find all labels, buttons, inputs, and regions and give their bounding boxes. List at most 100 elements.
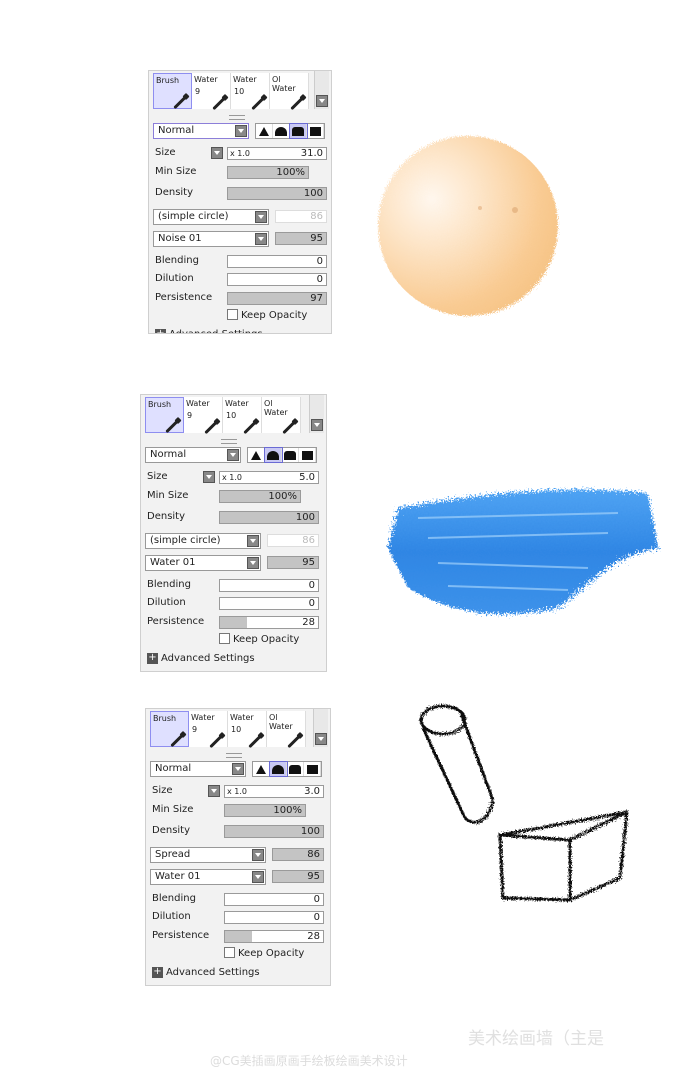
texture-value[interactable]: 95	[272, 870, 324, 883]
brush-shape-select[interactable]: Spread	[150, 846, 266, 863]
flat-shape-icon[interactable]	[289, 123, 308, 139]
dilution-slider[interactable]: 0	[224, 911, 324, 924]
keep-opacity-label: Keep Opacity	[241, 310, 308, 321]
brush-shape-selector	[255, 123, 325, 139]
persistence-slider[interactable]: 97	[227, 291, 327, 305]
tool-number: 9	[187, 411, 193, 420]
advanced-settings-label[interactable]: Advanced Settings	[161, 653, 255, 664]
size-field[interactable]: x 1.0 31.0	[227, 147, 327, 160]
dilution-value: 0	[316, 274, 323, 285]
blend-mode-dropdown-icon[interactable]	[235, 125, 247, 137]
panel-resize-grip-icon[interactable]	[229, 115, 245, 120]
advanced-settings-label[interactable]: Advanced Settings	[166, 967, 260, 978]
sharp-shape-icon-glyph	[251, 451, 261, 460]
brush-shape-select[interactable]: (simple circle)	[153, 208, 269, 225]
texture-value[interactable]: 95	[275, 232, 327, 245]
size-field[interactable]: x 1.0 5.0	[219, 471, 319, 484]
density-slider[interactable]: 100	[219, 511, 319, 524]
keep-opacity-checkbox[interactable]	[227, 309, 238, 320]
min-size-slider[interactable]: 100%	[227, 165, 309, 179]
size-multiplier: x 1.0	[230, 149, 250, 158]
size-dropdown-icon[interactable]	[211, 147, 223, 159]
persistence-slider[interactable]: 28	[224, 929, 324, 943]
tool-water-10[interactable]: Water 10	[231, 73, 270, 111]
round-shape-icon[interactable]	[264, 447, 283, 463]
texture-dropdown-icon[interactable]	[247, 557, 259, 569]
tool-water-9[interactable]: Water 9	[189, 711, 228, 749]
blending-label: Blending	[152, 892, 196, 904]
tool-menu-dropdown-icon[interactable]	[311, 419, 323, 431]
square-shape-icon-glyph	[310, 127, 321, 136]
tool-ol-water[interactable]: Ol Water	[270, 73, 309, 111]
density-value: 100	[300, 826, 320, 837]
expand-plus-icon[interactable]: +	[152, 966, 163, 978]
texture-select[interactable]: Water 01	[145, 555, 261, 571]
size-dropdown-icon[interactable]	[208, 785, 220, 797]
tool-menu-dropdown-icon[interactable]	[316, 95, 328, 107]
brush-shape-dropdown-icon[interactable]	[255, 210, 267, 223]
brush-shape-value[interactable]: 86	[275, 209, 327, 223]
texture-dropdown-icon[interactable]	[255, 233, 267, 245]
round-shape-icon[interactable]	[269, 761, 288, 777]
brush-shape-select[interactable]: (simple circle)	[145, 532, 261, 549]
texture-select[interactable]: Water 01	[150, 869, 266, 885]
texture-select[interactable]: Noise 01	[153, 231, 269, 247]
square-shape-icon[interactable]	[299, 448, 316, 462]
tool-water-10[interactable]: Water 10	[223, 397, 262, 435]
min-size-slider[interactable]: 100%	[224, 803, 306, 817]
size-label: Size	[152, 785, 173, 796]
density-slider[interactable]: 100	[227, 187, 327, 200]
blend-mode-dropdown-icon[interactable]	[227, 449, 239, 461]
tool-label: Water	[186, 399, 210, 408]
sharp-shape-icon[interactable]	[256, 124, 273, 138]
flat-shape-icon[interactable]	[287, 762, 304, 776]
tool-brush[interactable]: Brush	[145, 397, 184, 434]
size-dropdown-icon[interactable]	[203, 471, 215, 483]
blending-slider[interactable]: 0	[224, 892, 324, 906]
panel-resize-grip-icon[interactable]	[221, 439, 237, 444]
brush-shape-dropdown-icon[interactable]	[252, 848, 264, 861]
tool-brush[interactable]: Brush	[150, 711, 189, 748]
brush-shape-number: 86	[307, 848, 320, 860]
min-size-slider[interactable]: 100%	[219, 489, 301, 503]
tool-water-9[interactable]: Water 9	[192, 73, 231, 111]
panel-resize-grip-icon[interactable]	[226, 753, 242, 758]
texture-dropdown-icon[interactable]	[252, 871, 264, 883]
tool-label: Brush	[156, 76, 180, 85]
tool-brush[interactable]: Brush	[153, 73, 192, 110]
square-shape-icon[interactable]	[304, 762, 321, 776]
texture-value[interactable]: 95	[267, 556, 319, 569]
blending-slider[interactable]: 0	[227, 254, 327, 268]
advanced-settings-label[interactable]: Advanced Settings	[169, 329, 263, 334]
brush-shape-value[interactable]: 86	[267, 533, 319, 547]
expand-plus-icon[interactable]: +	[147, 652, 158, 664]
dilution-slider[interactable]: 0	[227, 273, 327, 286]
density-slider[interactable]: 100	[224, 825, 324, 838]
brush-pen-icon	[173, 95, 187, 110]
size-field[interactable]: x 1.0 3.0	[224, 785, 324, 798]
sharp-shape-icon[interactable]	[248, 448, 265, 462]
tool-label: Water	[233, 75, 257, 84]
tool-menu-dropdown-icon[interactable]	[315, 733, 327, 745]
square-shape-icon[interactable]	[307, 124, 324, 138]
persistence-slider[interactable]: 28	[219, 615, 319, 629]
brush-pen-icon	[170, 733, 184, 748]
expand-plus-icon[interactable]: +	[155, 328, 166, 333]
persistence-value: 28	[302, 616, 315, 628]
dilution-slider[interactable]: 0	[219, 597, 319, 610]
keep-opacity-checkbox[interactable]	[219, 633, 230, 644]
brush-shape-dropdown-icon[interactable]	[247, 534, 259, 547]
tool-ol-water[interactable]: Ol Water	[262, 397, 301, 435]
flat-shape-icon-glyph	[284, 451, 296, 460]
tool-water-10[interactable]: Water 10	[228, 711, 267, 749]
blending-slider[interactable]: 0	[219, 578, 319, 592]
keep-opacity-checkbox[interactable]	[224, 947, 235, 958]
brush-shape-value[interactable]: 86	[272, 847, 324, 861]
flat-shape-icon[interactable]	[282, 448, 299, 462]
tool-ol-water[interactable]: Ol Water	[267, 711, 306, 749]
round-shape-icon[interactable]	[273, 124, 290, 138]
blend-mode-dropdown-icon[interactable]	[232, 763, 244, 775]
sharp-shape-icon[interactable]	[253, 762, 270, 776]
tool-water-9[interactable]: Water 9	[184, 397, 223, 435]
tool-label: Water	[194, 75, 218, 84]
